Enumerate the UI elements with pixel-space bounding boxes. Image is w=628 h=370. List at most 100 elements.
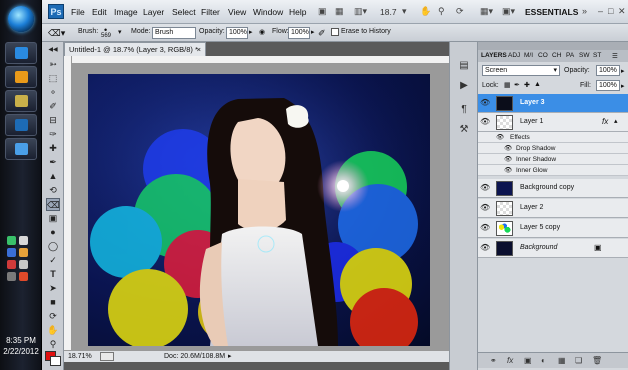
gradient-tool-icon[interactable]: ▣ <box>46 212 60 225</box>
background-color-swatch[interactable] <box>50 356 61 366</box>
effect-row-inner-glow[interactable]: 👁 Inner Glow <box>478 165 628 176</box>
menu-window[interactable]: Window <box>253 7 283 17</box>
layer-visibility-icon[interactable]: 👁 <box>480 117 490 127</box>
lock-transparent-icon[interactable]: ▦ <box>504 81 511 89</box>
tray-app5-icon[interactable] <box>7 272 16 281</box>
quick-selection-tool-icon[interactable]: ✐ <box>46 100 60 113</box>
bridge-icon[interactable]: ▣ <box>318 6 327 17</box>
tool-presets-icon[interactable]: ⚒ <box>456 124 472 138</box>
effects-visibility-icon[interactable]: 👁 <box>496 133 504 141</box>
effect-visibility-icon[interactable]: 👁 <box>504 144 512 152</box>
history-panel-icon[interactable]: ▤ <box>456 60 472 74</box>
tray-app2-icon[interactable] <box>19 248 28 257</box>
zoom-tool-side-icon[interactable]: ⚲ <box>46 338 60 351</box>
layer-opacity-arrow-icon[interactable]: ▸ <box>621 67 625 75</box>
panel-menu-icon[interactable]: ☰ <box>612 52 618 60</box>
healing-brush-tool-icon[interactable]: ✚ <box>46 142 60 155</box>
vertical-ruler[interactable] <box>64 56 72 350</box>
workspace-dropdown-icon[interactable]: » <box>582 6 587 16</box>
crop-tool-icon[interactable]: ⊟ <box>46 114 60 127</box>
lock-image-icon[interactable]: ✒ <box>514 81 520 89</box>
new-group-icon[interactable]: ▦ <box>558 356 566 365</box>
fill-input[interactable]: 100% <box>596 80 620 91</box>
effects-group-row[interactable]: 👁 Effects <box>478 132 628 143</box>
mode-select[interactable]: Brush <box>152 27 196 39</box>
effect-row-inner-shadow[interactable]: 👁 Inner Shadow <box>478 154 628 165</box>
clock-time[interactable]: 8:35 PM <box>0 336 42 345</box>
effect-row-drop-shadow[interactable]: 👁 Drop Shadow <box>478 143 628 154</box>
erase-history-checkbox[interactable] <box>331 28 339 36</box>
layer-row-layer-3[interactable]: 👁 Layer 3 <box>478 94 628 113</box>
screen-mode-icon[interactable]: ▣▾ <box>502 6 515 17</box>
layer-visibility-icon[interactable]: 👁 <box>480 243 490 253</box>
lock-position-icon[interactable]: ✚ <box>524 81 530 89</box>
menu-view[interactable]: View <box>228 7 246 17</box>
layer-effects-indicator[interactable]: fx <box>602 117 608 126</box>
clone-stamp-tool-icon[interactable]: ▲ <box>46 170 60 183</box>
mini-bridge-icon[interactable]: ▦ <box>335 6 344 17</box>
eraser-tool-preset-icon[interactable]: ⌫▾ <box>48 28 65 39</box>
document-close-icon[interactable]: × <box>197 43 201 56</box>
status-zoom[interactable]: 18.71% <box>68 351 92 362</box>
flow-input[interactable]: 100% <box>288 27 310 39</box>
opacity-slider-arrow-icon[interactable]: ▸ <box>249 28 253 36</box>
minimize-button[interactable]: – <box>598 6 603 16</box>
layer-visibility-icon[interactable]: 👁 <box>480 203 490 213</box>
taskbar-media-icon[interactable] <box>5 66 37 88</box>
lock-all-icon[interactable]: ▲ <box>534 81 541 88</box>
layer-row-background-copy[interactable]: 👁 Background copy <box>478 179 628 198</box>
tab-paths[interactable]: PA <box>566 52 574 59</box>
layer-row-layer-1[interactable]: 👁 Layer 1 fx ▴ <box>478 113 628 132</box>
layer-opacity-input[interactable]: 100% <box>596 65 620 76</box>
status-preview-icon[interactable] <box>100 352 114 361</box>
tray-app3-icon[interactable] <box>7 260 16 269</box>
pressure-opacity-icon[interactable]: ◉ <box>259 28 265 36</box>
add-layer-style-icon[interactable]: fx <box>507 356 513 365</box>
tab-masks[interactable]: M/I <box>524 52 533 59</box>
rotate-view-icon[interactable]: ⟳ <box>456 6 464 17</box>
type-tool-icon[interactable]: T <box>46 268 60 281</box>
layer-visibility-icon[interactable]: 👁 <box>480 183 490 193</box>
tray-volume-icon[interactable] <box>19 236 28 245</box>
move-tool-icon[interactable]: ➳ <box>46 58 60 71</box>
effect-visibility-icon[interactable]: 👁 <box>504 155 512 163</box>
menu-image[interactable]: Image <box>114 7 138 17</box>
tray-network-icon[interactable] <box>7 236 16 245</box>
zoom-dropdown-icon[interactable]: ▾ <box>402 6 407 17</box>
tab-styles[interactable]: ST <box>593 52 601 59</box>
taskbar-ie-icon[interactable] <box>5 42 37 64</box>
layer-row-background[interactable]: 👁 Background ▣ <box>478 239 628 258</box>
tab-layers[interactable]: LAYERS <box>481 52 507 59</box>
status-menu-arrow-icon[interactable]: ▸ <box>228 351 232 362</box>
delete-layer-icon[interactable]: 🗑 <box>592 356 602 365</box>
horizontal-ruler[interactable] <box>64 56 449 64</box>
menu-select[interactable]: Select <box>172 7 196 17</box>
tab-swatches[interactable]: SW <box>579 52 589 59</box>
opacity-input[interactable]: 100% <box>226 27 248 39</box>
hand-tool-side-icon[interactable]: ✋ <box>46 324 60 337</box>
tray-app6-icon[interactable] <box>19 272 28 281</box>
actions-panel-icon[interactable]: ▶ <box>456 80 472 94</box>
effect-visibility-icon[interactable]: 👁 <box>504 166 512 174</box>
view-extras-icon[interactable]: ▥▾ <box>354 6 367 17</box>
menu-layer[interactable]: Layer <box>143 7 164 17</box>
taskbar-photoshop-icon[interactable] <box>5 114 37 136</box>
brush-picker-arrow-icon[interactable]: ▾ <box>118 28 122 36</box>
brush-tool-icon[interactable]: ✒ <box>46 156 60 169</box>
shape-tool-icon[interactable]: ■ <box>46 296 60 309</box>
lasso-tool-icon[interactable]: ⚬ <box>46 86 60 99</box>
document-tab[interactable]: Untitled-1 @ 18.7% (Layer 3, RGB/8) * × <box>64 42 206 56</box>
menu-filter[interactable]: Filter <box>201 7 220 17</box>
restore-button[interactable]: □ <box>608 6 613 16</box>
workspace-switcher[interactable]: ESSENTIALS <box>525 7 578 17</box>
blend-mode-select[interactable]: Screen ▾ <box>482 65 560 76</box>
new-adjustment-layer-icon[interactable]: ◐ <box>541 356 546 365</box>
tab-channels[interactable]: CH <box>552 52 561 59</box>
arrange-documents-icon[interactable]: ▦▾ <box>480 6 493 17</box>
close-button[interactable]: ✕ <box>618 6 626 17</box>
clock-date[interactable]: 2/22/2012 <box>0 347 42 356</box>
menu-help[interactable]: Help <box>289 7 306 17</box>
eyedropper-tool-icon[interactable]: ✑ <box>46 128 60 141</box>
layer-row-layer-2[interactable]: 👁 Layer 2 <box>478 199 628 218</box>
start-button[interactable] <box>8 6 34 32</box>
